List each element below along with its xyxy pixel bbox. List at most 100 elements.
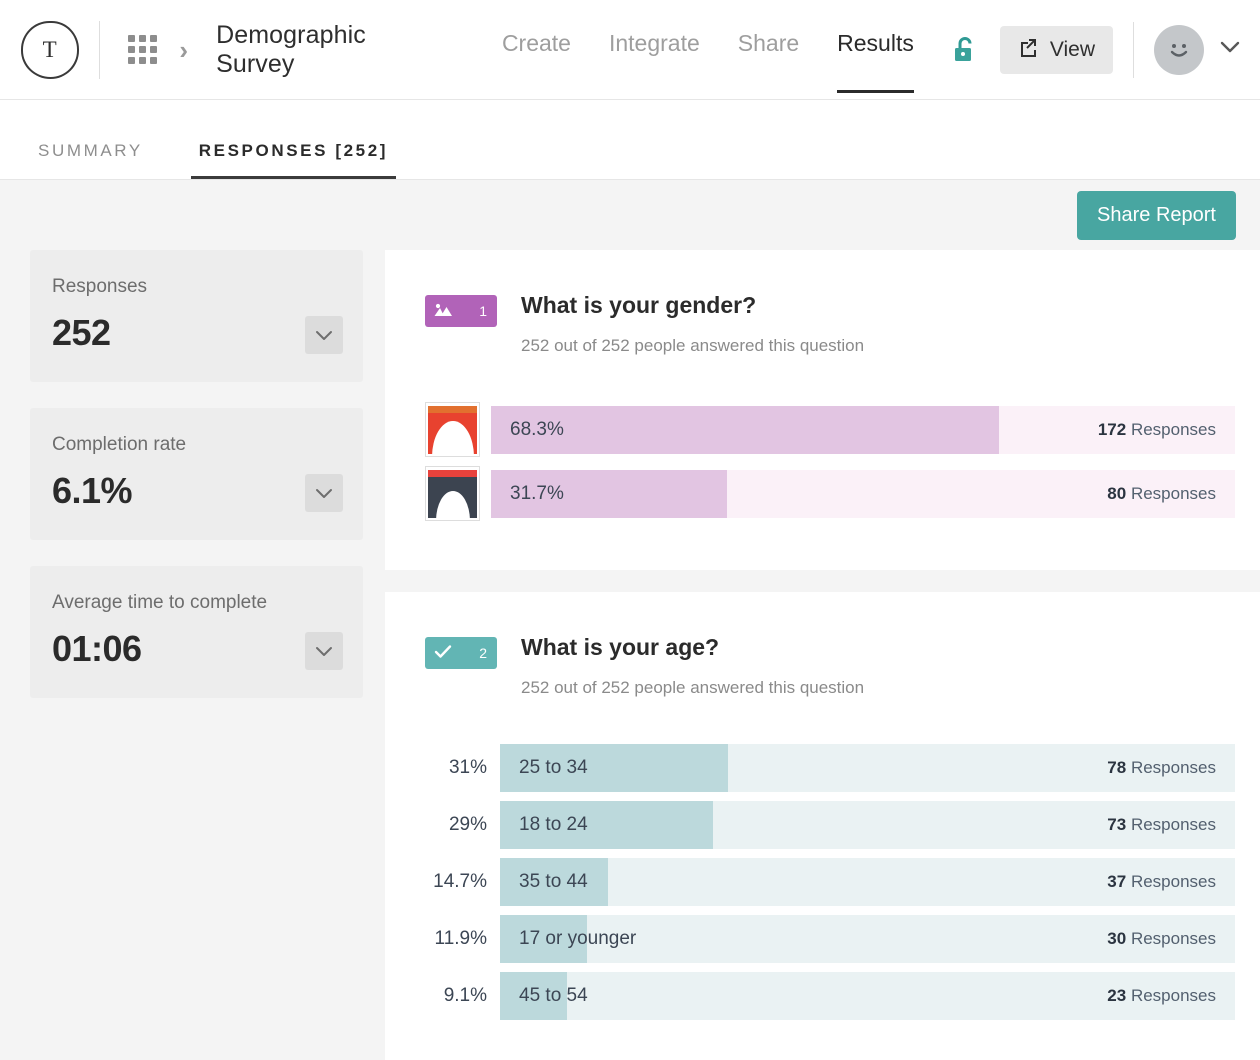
header-divider-right (1133, 22, 1134, 78)
answer-count-value: 30 (1107, 929, 1126, 948)
tab-summary[interactable]: SUMMARY (30, 141, 151, 179)
answer-bars: 68.3% 172 Responses (425, 402, 1235, 521)
answer-label: 25 to 34 (500, 757, 588, 779)
answer-row: 9.1% 45 to 54 23 Responses (425, 972, 1235, 1020)
question-list: 1 What is your gender? 252 out of 252 pe… (385, 250, 1260, 1060)
account-chevron-down-icon[interactable] (1218, 39, 1242, 60)
question-card: 1 What is your gender? 252 out of 252 pe… (385, 250, 1260, 570)
answer-track: 25 to 34 78 Responses (500, 744, 1235, 792)
answer-count-value: 23 (1107, 986, 1126, 1005)
top-bar: T › Demographic Survey Create Integrate … (0, 0, 1260, 100)
question-header: 1 What is your gender? 252 out of 252 pe… (425, 292, 1235, 356)
nav-item-share[interactable]: Share (738, 30, 799, 93)
survey-title: Demographic Survey (216, 21, 450, 79)
answer-count-label: Responses (1131, 872, 1216, 891)
question-texts: What is your gender? 252 out of 252 peop… (521, 292, 864, 356)
question-subtitle: 252 out of 252 people answered this ques… (521, 678, 864, 698)
checkmark-question-icon (434, 644, 452, 662)
answer-count-label: Responses (1131, 484, 1216, 503)
answer-row: 29% 18 to 24 73 Responses (425, 801, 1235, 849)
question-badge: 1 (425, 295, 497, 327)
red-briefs-thumbnail[interactable] (425, 402, 480, 457)
answer-track: 68.3% 172 Responses (491, 406, 1235, 454)
sub-tabs: SUMMARY RESPONSES [252] (0, 100, 1260, 180)
stats-sidebar: Responses 252 Completion rate 6.1% Avera… (0, 250, 385, 724)
share-report-button[interactable]: Share Report (1077, 191, 1236, 240)
answer-count: 78 Responses (1107, 758, 1235, 778)
answer-count: 80 Responses (1107, 484, 1235, 504)
answer-track: 31.7% 80 Responses (491, 470, 1235, 518)
stat-label: Average time to complete (52, 592, 341, 614)
stat-value: 6.1% (52, 470, 341, 512)
answer-row: 31.7% 80 Responses (425, 466, 1235, 521)
answer-percent: 31.7% (491, 483, 564, 505)
answer-row: 68.3% 172 Responses (425, 402, 1235, 457)
question-title: What is your age? (521, 634, 864, 661)
answer-track: 17 or younger 30 Responses (500, 915, 1235, 963)
header-divider (99, 21, 100, 79)
stat-value: 01:06 (52, 628, 341, 670)
brand-logo[interactable]: T (0, 21, 99, 79)
answer-percent: 11.9% (425, 928, 487, 950)
answer-count-label: Responses (1131, 815, 1216, 834)
grid-apps-icon[interactable] (128, 35, 157, 64)
answer-count-label: Responses (1131, 420, 1216, 439)
answer-count-value: 37 (1107, 872, 1126, 891)
navy-briefs-thumbnail[interactable] (425, 466, 480, 521)
stat-expand-chevron-down-icon[interactable] (305, 474, 343, 512)
question-number: 1 (479, 303, 487, 319)
answer-label: 35 to 44 (500, 871, 588, 893)
stat-card-completion-rate: Completion rate 6.1% (30, 408, 363, 540)
answer-track: 45 to 54 23 Responses (500, 972, 1235, 1020)
report-action-bar: Share Report (0, 180, 1260, 250)
answer-track: 18 to 24 73 Responses (500, 801, 1235, 849)
answer-count-value: 78 (1107, 758, 1126, 777)
answer-fill (491, 406, 999, 454)
answer-count: 37 Responses (1107, 872, 1235, 892)
question-subtitle: 252 out of 252 people answered this ques… (521, 336, 864, 356)
answer-count: 30 Responses (1107, 929, 1235, 949)
view-button[interactable]: View (1000, 26, 1113, 74)
view-button-label: View (1050, 38, 1095, 62)
top-bar-right: View (952, 22, 1260, 78)
smiley-avatar-icon (1162, 33, 1196, 67)
main-nav: Create Integrate Share Results (502, 0, 952, 99)
answer-count-value: 80 (1107, 484, 1126, 503)
question-badge: 2 (425, 637, 497, 669)
answer-label: 17 or younger (500, 928, 636, 950)
results-page: Share Report Responses 252 Completion ra… (0, 180, 1260, 1060)
answer-row: 11.9% 17 or younger 30 Responses (425, 915, 1235, 963)
answer-row: 31% 25 to 34 78 Responses (425, 744, 1235, 792)
answer-count-label: Responses (1131, 986, 1216, 1005)
answer-percent: 29% (425, 814, 487, 836)
nav-item-results[interactable]: Results (837, 30, 914, 93)
nav-item-integrate[interactable]: Integrate (609, 30, 700, 93)
answer-percent: 14.7% (425, 871, 487, 893)
answer-percent: 31% (425, 757, 487, 779)
stat-label: Completion rate (52, 434, 341, 456)
answer-bars: 31% 25 to 34 78 Responses 29% (425, 744, 1235, 1020)
results-content: Responses 252 Completion rate 6.1% Avera… (0, 250, 1260, 1060)
stat-value: 252 (52, 312, 341, 354)
stat-expand-chevron-down-icon[interactable] (305, 316, 343, 354)
answer-count-value: 73 (1107, 815, 1126, 834)
external-link-icon (1018, 36, 1039, 63)
answer-count-value: 172 (1098, 420, 1126, 439)
question-number: 2 (479, 645, 487, 661)
stat-card-responses: Responses 252 (30, 250, 363, 382)
tab-responses[interactable]: RESPONSES [252] (191, 141, 396, 179)
answer-percent: 9.1% (425, 985, 487, 1007)
image-question-icon (434, 302, 452, 320)
unlock-icon[interactable] (952, 35, 978, 65)
logo-letter: T (21, 21, 79, 79)
stat-expand-chevron-down-icon[interactable] (305, 632, 343, 670)
answer-label: 45 to 54 (500, 985, 588, 1007)
answer-count: 172 Responses (1098, 420, 1235, 440)
answer-count: 73 Responses (1107, 815, 1235, 835)
answer-count-label: Responses (1131, 929, 1216, 948)
nav-item-create[interactable]: Create (502, 30, 571, 93)
question-title: What is your gender? (521, 292, 864, 319)
avatar[interactable] (1154, 25, 1204, 75)
stat-card-average-time: Average time to complete 01:06 (30, 566, 363, 698)
answer-track: 35 to 44 37 Responses (500, 858, 1235, 906)
